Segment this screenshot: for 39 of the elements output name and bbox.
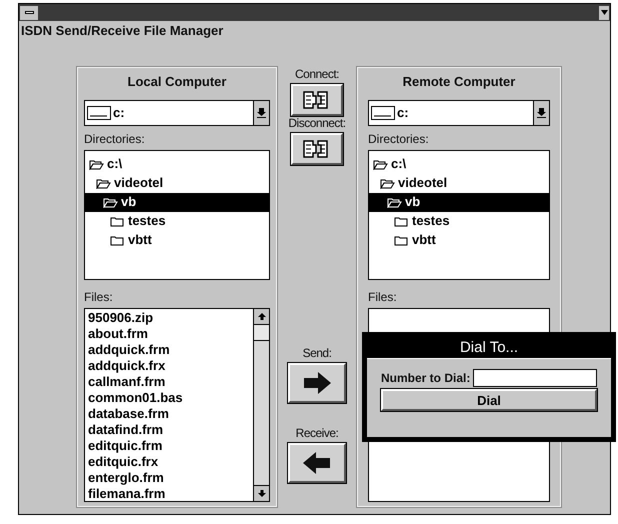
file-item[interactable]: callmanf.frm bbox=[88, 374, 253, 390]
field-label: Number to Dial: bbox=[381, 370, 470, 387]
file-item[interactable]: editquic.frx bbox=[88, 454, 253, 470]
form-title: ISDN Send/Receive File Manager bbox=[21, 22, 224, 40]
directory-item[interactable]: videotel bbox=[369, 174, 549, 192]
drive-label: c: bbox=[113, 104, 126, 122]
directories-label: Directories: bbox=[84, 130, 146, 148]
dial-button[interactable]: Dial bbox=[381, 389, 597, 411]
drive-dropdown[interactable]: c: bbox=[368, 100, 550, 126]
directories-label: Directories: bbox=[368, 130, 430, 148]
action-label: Receive: bbox=[296, 425, 338, 442]
file-item[interactable]: enterglo.frm bbox=[88, 470, 253, 486]
file-item[interactable]: addquick.frm bbox=[88, 342, 253, 358]
action-label: Connect: bbox=[294, 66, 340, 83]
action-label: Send: bbox=[302, 345, 332, 362]
file-item[interactable]: 950906.zip bbox=[88, 310, 253, 326]
file-item[interactable]: database.frm bbox=[88, 406, 253, 422]
panel-heading: Remote Computer bbox=[402, 73, 516, 91]
directory-item[interactable]: vb bbox=[369, 192, 549, 212]
panel-heading: Local Computer bbox=[126, 73, 228, 91]
drive-dropdown[interactable]: c: bbox=[84, 100, 270, 126]
directory-item[interactable]: vb bbox=[85, 192, 269, 212]
directory-item[interactable]: testes bbox=[85, 212, 269, 230]
action-label: Disconnect: bbox=[288, 115, 346, 132]
file-item[interactable]: common01.bas bbox=[88, 390, 253, 406]
directory-item[interactable]: vbtt bbox=[369, 230, 549, 250]
file-item[interactable]: about.frm bbox=[88, 326, 253, 342]
file-item[interactable]: addquick.frx bbox=[88, 358, 253, 374]
files-label: Files: bbox=[368, 288, 398, 306]
file-item[interactable]: editquic.frm bbox=[88, 438, 253, 454]
directory-item[interactable]: videotel bbox=[85, 174, 269, 192]
drive-label: c: bbox=[397, 104, 410, 122]
directory-item[interactable]: vbtt bbox=[85, 230, 269, 250]
directory-item[interactable]: testes bbox=[369, 212, 549, 230]
files-label: Files: bbox=[84, 288, 114, 306]
file-item[interactable]: datafind.frm bbox=[88, 422, 253, 438]
directory-item[interactable]: c:\ bbox=[85, 154, 269, 174]
directory-item[interactable]: c:\ bbox=[369, 154, 549, 174]
file-item[interactable]: filemana.frm bbox=[88, 486, 253, 502]
